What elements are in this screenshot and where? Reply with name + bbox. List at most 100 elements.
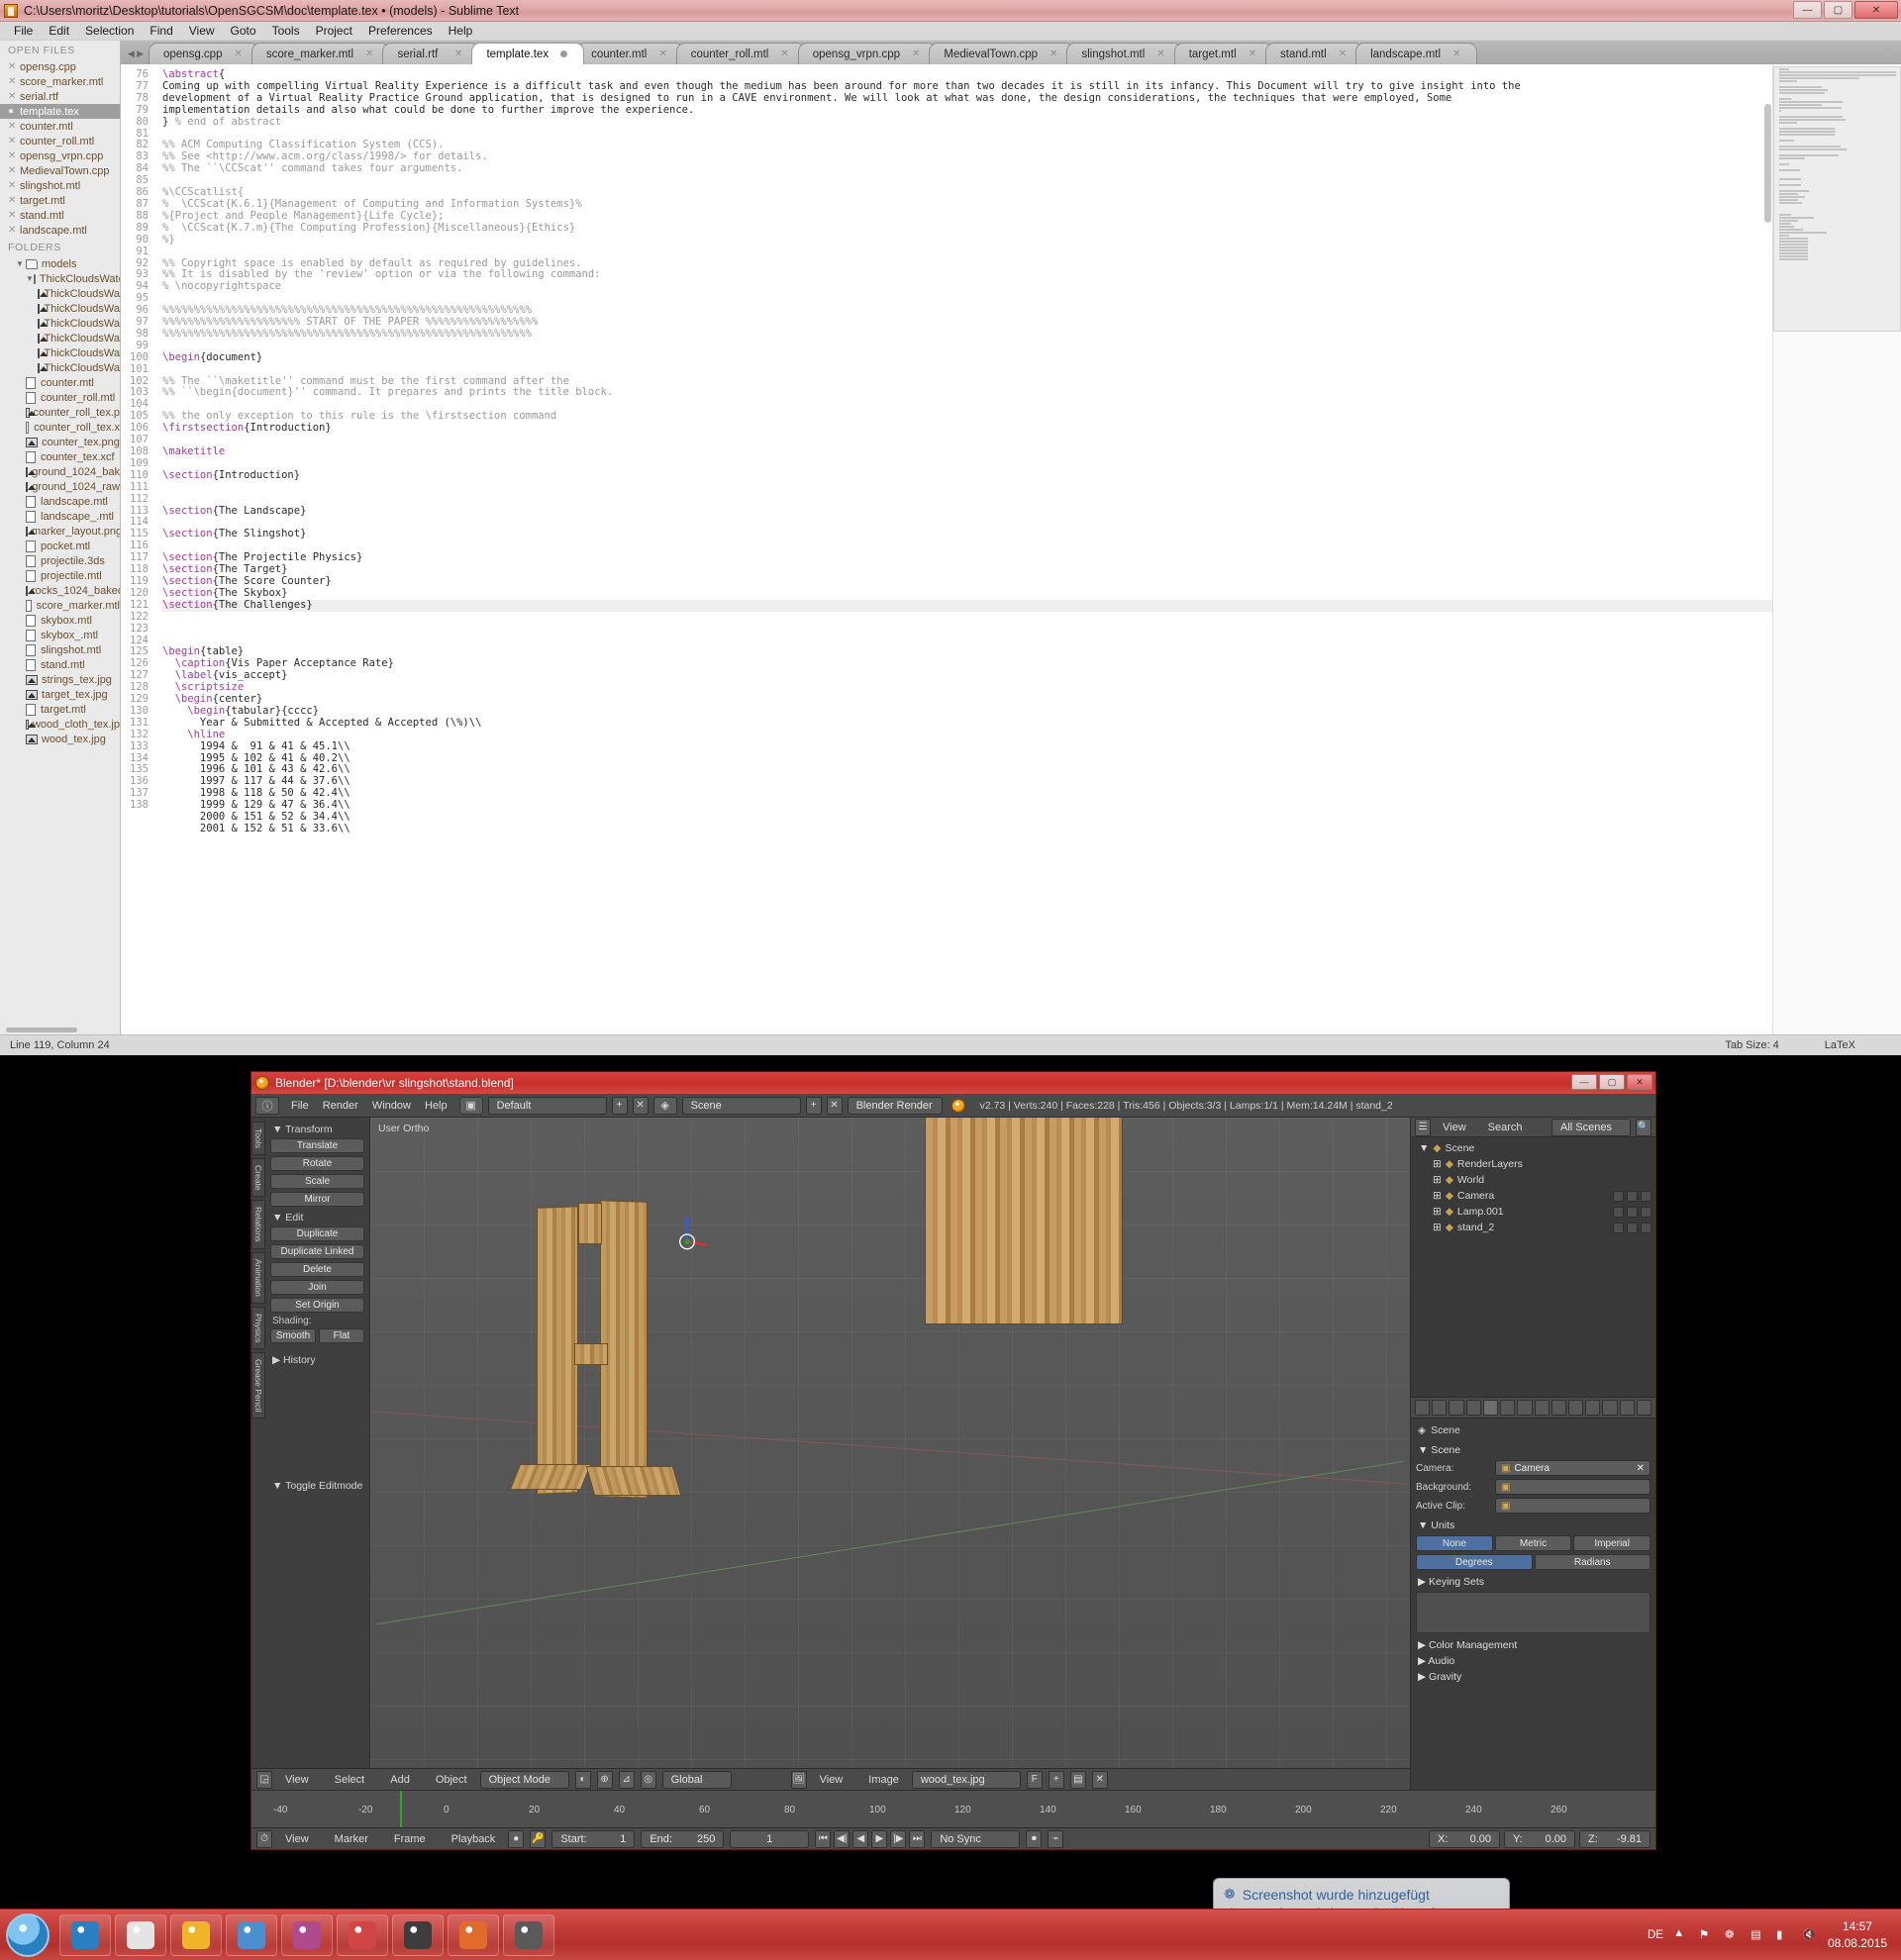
snap-timeline-icon[interactable]: ⌁ xyxy=(1048,1829,1064,1848)
outliner-expand-icon[interactable]: ⊞ xyxy=(1433,1158,1442,1170)
taskbar-explorer-icon[interactable] xyxy=(170,1913,222,1956)
render-engine-select[interactable]: Blender Render xyxy=(847,1096,943,1115)
open-file-item[interactable]: ✕ score_marker.mtl xyxy=(0,74,120,89)
code-line[interactable] xyxy=(162,458,1901,470)
code-line[interactable]: %% The ``\CCScat'' command takes four ar… xyxy=(162,162,1901,175)
outliner-row[interactable]: ⊞ ◆ Camera xyxy=(1415,1188,1651,1204)
code-line[interactable]: 1999 & 129 & 47 & 36.4\\ xyxy=(162,799,1901,812)
image-menu-image[interactable]: Image xyxy=(861,1774,906,1786)
minimize-button[interactable]: — xyxy=(1793,1,1822,19)
code-line[interactable] xyxy=(162,624,1901,636)
timeline-menu-marker[interactable]: Marker xyxy=(328,1833,375,1845)
outliner-restrict-icons[interactable] xyxy=(1613,1206,1651,1218)
properties-tab-11[interactable] xyxy=(1602,1400,1618,1416)
code-line[interactable] xyxy=(162,494,1901,506)
minimap[interactable] xyxy=(1772,64,1901,1034)
open-image-button[interactable]: ▤ xyxy=(1069,1770,1086,1789)
properties-tab-6[interactable] xyxy=(1517,1400,1533,1416)
image-editor-type-icon[interactable]: 🖼 xyxy=(790,1770,807,1789)
close-file-icon[interactable]: ✕ xyxy=(8,91,20,102)
tree-item[interactable]: ThickCloudsWa xyxy=(0,316,120,331)
jump-start-icon[interactable]: ⏮ xyxy=(815,1829,832,1848)
editor-tab[interactable]: opensg.cpp ✕ xyxy=(149,43,259,64)
timeline-playhead[interactable] xyxy=(400,1791,402,1827)
code-line[interactable]: } % end of abstract xyxy=(162,116,1901,129)
tree-item[interactable]: counter_tex.xcf xyxy=(0,449,120,464)
disclosure-triangle-icon[interactable]: ▼ xyxy=(26,274,34,283)
blender-menu-window[interactable]: Window xyxy=(365,1100,418,1112)
tool-tab-tools[interactable]: Tools xyxy=(251,1122,265,1155)
properties-tab-bar[interactable] xyxy=(1411,1397,1655,1419)
tree-item[interactable]: landscape.mtl xyxy=(0,494,120,509)
renderability-icon[interactable] xyxy=(1641,1190,1651,1202)
start-button-icon[interactable] xyxy=(6,1912,50,1957)
tab-size-indicator[interactable]: Tab Size: 4 xyxy=(1725,1039,1778,1051)
tree-item[interactable]: stand.mtl xyxy=(0,657,120,672)
tree-item[interactable]: projectile.3ds xyxy=(0,553,120,568)
code-line[interactable]: \section{The Slingshot} xyxy=(162,528,1901,540)
taskbar-camera-icon[interactable] xyxy=(503,1913,554,1956)
removable-media-icon[interactable]: ▤ xyxy=(1751,1927,1766,1943)
tree-item[interactable]: ThickCloudsWa xyxy=(0,331,120,345)
code-line[interactable]: 2001 & 152 & 51 & 33.6\\ xyxy=(162,823,1901,835)
outliner-expand-icon[interactable]: ⊞ xyxy=(1433,1190,1442,1202)
code-line[interactable]: \section{The Score Counter} xyxy=(162,575,1901,588)
shading-smooth-button[interactable]: Smooth xyxy=(270,1328,316,1343)
tab-close-icon[interactable]: ✕ xyxy=(1339,49,1347,59)
tool-shelf-body[interactable]: ▼ Transform Translate Rotate Scale Mirror ▼ E… xyxy=(265,1122,369,1495)
tree-item[interactable]: wood_tex.jpg xyxy=(0,732,120,746)
tree-item[interactable]: counter_roll_tex.p xyxy=(0,405,120,420)
tree-item[interactable]: strings_tex.jpg xyxy=(0,672,120,687)
renderability-icon[interactable] xyxy=(1641,1222,1651,1233)
image-menu-view[interactable]: View xyxy=(813,1774,850,1786)
properties-editor[interactable]: ◈ Scene ▼ Scene Camera: ▣ Camera ✕ Background… xyxy=(1411,1419,1655,1849)
timeline-menu-playback[interactable]: Playback xyxy=(445,1833,503,1845)
language-indicator[interactable]: DE xyxy=(1648,1929,1663,1941)
editor-type-icon[interactable]: ⓘ xyxy=(255,1096,279,1115)
selectability-icon[interactable] xyxy=(1627,1190,1638,1202)
property-section-color-management[interactable]: ▶ Color Management xyxy=(1416,1636,1651,1652)
image-name-field[interactable]: wood_tex.jpg xyxy=(911,1770,1021,1789)
code-line[interactable]: \begin{document} xyxy=(162,351,1901,364)
tab-close-icon[interactable]: ✕ xyxy=(454,49,462,59)
code-line[interactable]: \maketitle xyxy=(162,445,1901,458)
properties-tab-13[interactable] xyxy=(1636,1400,1652,1416)
properties-tab-12[interactable] xyxy=(1619,1400,1635,1416)
transform-orientation-select[interactable]: Global xyxy=(661,1770,732,1789)
folder-tree[interactable]: ▼ models ▼ ThickCloudsWater ThickCloudsWa Thi… xyxy=(0,256,120,746)
close-file-icon[interactable]: ✕ xyxy=(8,165,20,176)
blender-maximize-button[interactable]: ▢ xyxy=(1599,1074,1625,1090)
tab-close-icon[interactable]: ✕ xyxy=(234,49,242,59)
editor-tab[interactable]: opensg_vrpn.cpp ✕ xyxy=(797,43,938,64)
clear-datablock-icon[interactable]: ✕ xyxy=(1637,1463,1645,1474)
properties-tab-3[interactable] xyxy=(1465,1400,1481,1416)
sync-mode-select[interactable]: No Sync xyxy=(931,1829,1021,1848)
blender-menu-help[interactable]: Help xyxy=(418,1100,454,1112)
end-frame-field[interactable]: End: 250 xyxy=(641,1829,725,1848)
keying-sets-list[interactable] xyxy=(1416,1592,1651,1633)
code-line[interactable] xyxy=(162,341,1901,352)
tool-button-delete[interactable]: Delete xyxy=(270,1262,364,1277)
property-segmented-control[interactable]: None Metric Imperial xyxy=(1416,1535,1651,1551)
editor-tab[interactable]: landscape.mtl ✕ xyxy=(1355,43,1478,64)
close-button[interactable]: ✕ xyxy=(1854,1,1898,19)
code-editor[interactable]: 76 77 78 79 80 81 82 83 84 85 86 87 88 89 90 91 92 93 94 95… xyxy=(121,64,1901,1034)
blender-menu-file[interactable]: File xyxy=(284,1100,316,1112)
outliner-row[interactable]: ▼ ◆ Scene xyxy=(1415,1140,1651,1156)
editor-tab[interactable]: serial.rtf ✕ xyxy=(382,43,480,64)
selectability-icon[interactable] xyxy=(1627,1206,1638,1218)
close-file-icon[interactable]: ✕ xyxy=(8,136,20,147)
system-tray[interactable]: DE ▲ ⚑ ❁ ▤ ▮ 🔇 14:57 08.08.2015 xyxy=(1648,1918,1901,1952)
outliner-menu-view[interactable]: View xyxy=(1436,1122,1473,1133)
shading-flat-button[interactable]: Flat xyxy=(319,1328,364,1343)
gravity-field[interactable]: Z: -9.81 xyxy=(1579,1829,1651,1848)
property-section-units[interactable]: ▼ Units xyxy=(1416,1517,1651,1532)
visibility-icon[interactable] xyxy=(1613,1190,1624,1202)
close-file-icon[interactable]: ✕ xyxy=(8,121,20,132)
network-icon[interactable]: ▮ xyxy=(1776,1927,1792,1943)
3d-viewport[interactable]: User Ortho (1) stand_2 xyxy=(370,1118,1410,1849)
renderability-icon[interactable] xyxy=(1641,1206,1651,1218)
tree-item[interactable]: skybox.mtl xyxy=(0,613,120,628)
show-hidden-icons-icon[interactable]: ▲ xyxy=(1673,1927,1689,1943)
menu-preferences[interactable]: Preferences xyxy=(360,23,441,39)
